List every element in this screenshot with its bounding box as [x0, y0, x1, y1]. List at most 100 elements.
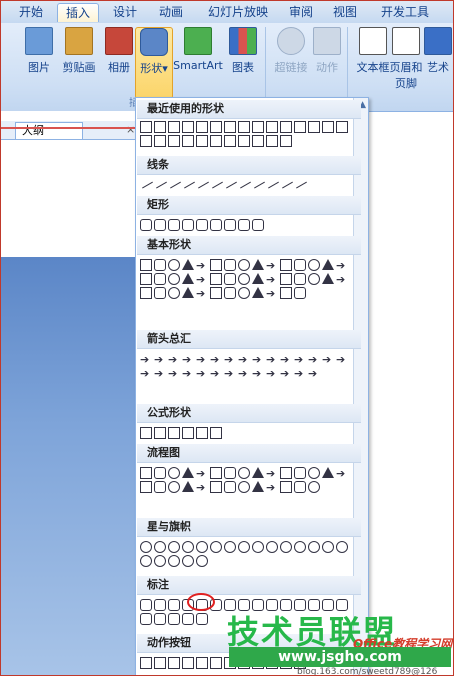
shape-option[interactable] [252, 135, 264, 147]
shape-option[interactable] [140, 541, 152, 553]
shape-option[interactable] [140, 481, 152, 493]
shape-option[interactable] [224, 121, 236, 133]
shape-option[interactable] [294, 541, 306, 553]
shape-option[interactable] [154, 219, 166, 231]
shape-option[interactable] [294, 367, 306, 379]
shape-option[interactable] [322, 353, 334, 365]
shape-option[interactable] [294, 481, 306, 493]
shape-option[interactable] [140, 613, 152, 625]
shape-option[interactable] [252, 353, 264, 365]
shape-option[interactable] [293, 176, 307, 189]
shape-option[interactable] [280, 541, 292, 553]
shape-option[interactable] [238, 353, 250, 365]
shape-option[interactable] [224, 135, 236, 147]
shape-option[interactable] [168, 427, 180, 439]
shape-option[interactable] [266, 353, 278, 365]
shape-option[interactable] [265, 176, 279, 189]
shape-option[interactable] [154, 613, 166, 625]
shape-option[interactable] [294, 287, 306, 299]
shape-option[interactable] [224, 287, 236, 299]
shape-option[interactable] [154, 599, 166, 611]
shape-option[interactable] [322, 541, 334, 553]
shape-option[interactable] [154, 467, 166, 479]
shape-option[interactable] [266, 541, 278, 553]
shape-option[interactable] [210, 657, 222, 669]
tab-insert[interactable]: 插入 [57, 3, 99, 22]
shape-option[interactable] [168, 599, 180, 611]
shape-option[interactable] [182, 121, 194, 133]
shape-option[interactable] [336, 353, 348, 365]
shape-option[interactable] [210, 481, 222, 493]
shape-option[interactable] [140, 367, 152, 379]
shape-option[interactable] [322, 121, 334, 133]
shape-option[interactable] [182, 657, 194, 669]
shape-option[interactable] [280, 259, 292, 271]
shape-option[interactable] [182, 427, 194, 439]
shape-option[interactable] [336, 121, 348, 133]
shape-option[interactable] [140, 287, 152, 299]
shape-option[interactable] [168, 541, 180, 553]
shape-option[interactable] [280, 273, 292, 285]
shape-option[interactable] [153, 176, 167, 189]
shape-option[interactable] [308, 481, 320, 493]
shape-option[interactable] [196, 467, 208, 479]
shape-option[interactable] [252, 121, 264, 133]
shape-option[interactable] [238, 541, 250, 553]
shape-option[interactable] [266, 287, 278, 299]
shape-option[interactable] [294, 121, 306, 133]
shape-option[interactable] [196, 427, 208, 439]
shape-option[interactable] [322, 259, 334, 270]
close-icon[interactable]: × [126, 123, 135, 136]
shape-option[interactable] [182, 219, 194, 231]
shape-option[interactable] [140, 121, 152, 133]
shape-option[interactable] [322, 273, 334, 284]
tab-view[interactable]: 视图 [327, 3, 363, 21]
shape-option[interactable] [196, 555, 208, 567]
tab-outline[interactable]: 大纲 [15, 122, 83, 139]
shape-option[interactable] [294, 259, 306, 271]
shape-option[interactable] [196, 367, 208, 379]
shape-option[interactable] [168, 481, 180, 493]
shape-option[interactable] [140, 219, 152, 231]
shape-option[interactable] [182, 613, 194, 625]
shape-option[interactable] [196, 657, 208, 669]
shape-option[interactable] [279, 176, 293, 189]
shape-option[interactable] [182, 541, 194, 553]
shapes-button[interactable]: 形状▾ [135, 27, 173, 99]
shape-option[interactable] [308, 367, 320, 379]
clipart-button[interactable]: 剪贴画 [59, 27, 99, 75]
shape-option[interactable] [308, 541, 320, 553]
shape-option[interactable] [238, 467, 250, 479]
tab-animation[interactable]: 动画 [151, 3, 191, 21]
shape-option[interactable] [168, 287, 180, 299]
shape-option[interactable] [154, 657, 166, 669]
shape-option[interactable] [224, 219, 236, 231]
shape-option[interactable] [252, 273, 264, 284]
shape-option[interactable] [238, 273, 250, 285]
shape-option[interactable] [182, 287, 194, 298]
shape-option[interactable] [196, 613, 208, 625]
slide-thumbnail[interactable] [1, 257, 141, 675]
shape-option[interactable] [237, 176, 251, 189]
shape-option[interactable] [140, 599, 152, 611]
shape-option[interactable] [308, 467, 320, 479]
shape-option[interactable] [294, 273, 306, 285]
shape-option[interactable] [336, 259, 348, 271]
shape-option[interactable] [140, 427, 152, 439]
shape-option[interactable] [168, 467, 180, 479]
shape-option[interactable] [182, 481, 194, 492]
shape-option[interactable] [210, 367, 222, 379]
header-footer-button[interactable]: 页眉和页脚 [389, 27, 423, 91]
shape-option[interactable] [168, 259, 180, 271]
shape-option[interactable] [210, 121, 222, 133]
album-button[interactable]: 相册 [99, 27, 139, 75]
shape-option[interactable] [294, 353, 306, 365]
shape-option[interactable] [252, 219, 264, 231]
shape-option[interactable] [280, 353, 292, 365]
shape-option[interactable] [154, 481, 166, 493]
tab-review[interactable]: 审阅 [283, 3, 319, 21]
shape-option[interactable] [252, 287, 264, 298]
shape-option[interactable] [182, 259, 194, 270]
shape-option[interactable] [196, 121, 208, 133]
shape-option[interactable] [224, 467, 236, 479]
